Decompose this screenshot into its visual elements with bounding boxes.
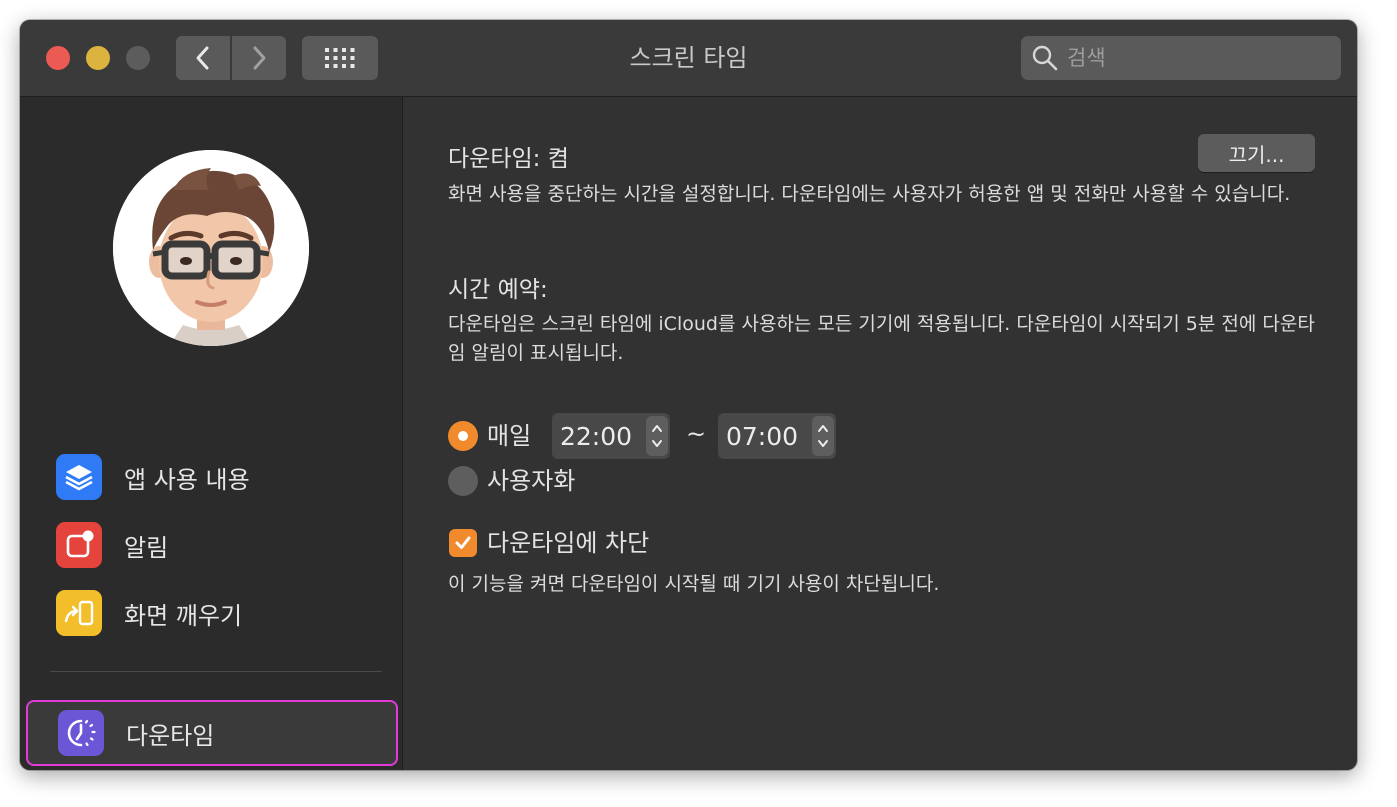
chevron-right-icon: [253, 46, 266, 70]
schedule-description: 다운타임은 스크린 타임에 iCloud를 사용하는 모든 기기에 적용됩니다.…: [448, 313, 1315, 364]
search-icon: [1032, 45, 1058, 71]
search-field[interactable]: [1021, 36, 1341, 80]
close-window-button[interactable]: [46, 46, 70, 70]
stepper-arrows-icon: [818, 425, 828, 447]
daily-radio-label: 매일: [487, 422, 532, 450]
sidebar-item-label: 앱 사용 내용: [124, 465, 250, 494]
pickup-icon: [56, 590, 102, 636]
end-time-field[interactable]: 07:00: [718, 413, 836, 459]
sidebar: 앱 사용 내용 알림 화면 깨우기 다운타임: [20, 97, 403, 770]
back-button[interactable]: [176, 36, 230, 80]
sidebar-item-label: 다운타임: [126, 721, 215, 750]
chevron-left-icon: [196, 46, 209, 70]
search-input[interactable]: [1065, 45, 1341, 71]
show-all-button[interactable]: [302, 36, 378, 80]
sidebar-item-label: 알림: [124, 533, 169, 562]
notification-icon: [56, 522, 102, 568]
sidebar-item-notifications[interactable]: 알림: [56, 520, 386, 570]
block-description: 이 기능을 켜면 다운타임이 시작될 때 기기 사용이 차단됩니다.: [448, 573, 940, 595]
layers-icon: [56, 454, 102, 500]
user-avatar[interactable]: [113, 150, 309, 346]
memoji-avatar-icon: [113, 150, 309, 346]
system-preferences-window: 스크린 타임 검색 앱 사용 내용 알림 화면 깨우기 다운타임 다운타임: 켬…: [20, 20, 1357, 770]
custom-radio[interactable]: [448, 466, 478, 496]
end-time-stepper[interactable]: [812, 416, 834, 456]
downtime-panel: 다운타임: 켬 끄기... 화면 사용을 중단하는 시간을 설정합니다. 다운타…: [403, 97, 1357, 770]
downtime-status-heading: 다운타임: 켬: [448, 146, 569, 172]
titlebar: 스크린 타임: [20, 20, 1357, 97]
start-time-value[interactable]: 22:00: [552, 422, 646, 451]
downtime-description: 화면 사용을 중단하는 시간을 설정합니다. 다운타임에는 사용자가 허용한 앱…: [448, 183, 1291, 205]
stepper-arrows-icon: [652, 425, 662, 447]
grid-icon: [325, 48, 355, 68]
zoom-window-button[interactable]: [126, 46, 150, 70]
turn-off-button[interactable]: 끄기...: [1198, 134, 1315, 172]
sidebar-item-downtime[interactable]: 다운타임: [26, 700, 398, 766]
sidebar-divider: [50, 671, 382, 672]
sidebar-item-pickups[interactable]: 화면 깨우기: [56, 588, 386, 638]
start-time-stepper[interactable]: [646, 416, 668, 456]
block-at-downtime-checkbox[interactable]: [449, 529, 477, 557]
time-range-separator: ~: [686, 420, 707, 448]
block-at-downtime-label: 다운타임에 차단: [487, 529, 650, 557]
minimize-window-button[interactable]: [86, 46, 110, 70]
checkmark-icon: [455, 536, 471, 549]
downtime-icon: [58, 710, 104, 756]
daily-radio[interactable]: [448, 421, 478, 451]
start-time-field[interactable]: 22:00: [552, 413, 670, 459]
custom-radio-label: 사용자화: [487, 467, 576, 495]
end-time-value[interactable]: 07:00: [718, 422, 812, 451]
schedule-heading: 시간 예약:: [448, 277, 548, 303]
sidebar-item-app-usage[interactable]: 앱 사용 내용: [56, 452, 386, 502]
forward-button[interactable]: [232, 36, 286, 80]
sidebar-item-label: 화면 깨우기: [124, 601, 243, 630]
